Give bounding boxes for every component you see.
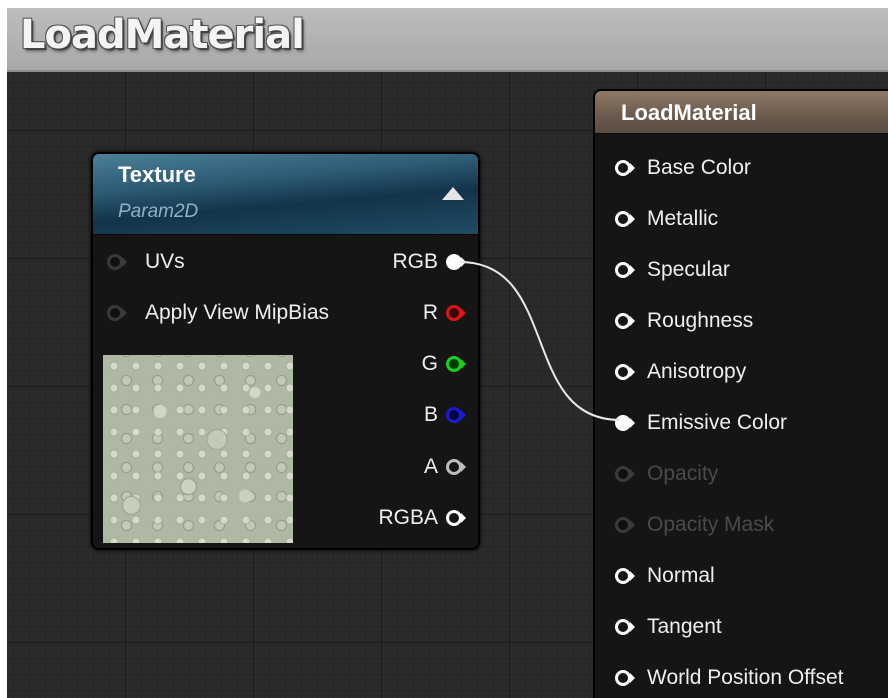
- output-pin-rgb[interactable]: RGB: [392, 246, 466, 278]
- pin-icon[interactable]: [615, 363, 635, 381]
- pin-label: Base Color: [647, 156, 751, 179]
- input-anisotropy[interactable]: Anisotropy: [615, 357, 746, 387]
- material-result-node[interactable]: LoadMaterial Base Color Metallic Specula…: [593, 89, 888, 698]
- pin-label: RGB: [392, 250, 438, 273]
- pin-label: Normal: [647, 564, 715, 587]
- pin-label: A: [423, 455, 438, 478]
- texture-preview-thumbnail: [103, 355, 293, 543]
- output-pin-b[interactable]: B: [423, 399, 466, 431]
- collapse-arrow-icon[interactable]: [442, 187, 464, 200]
- pin-icon[interactable]: [446, 355, 466, 373]
- pin-icon[interactable]: [446, 458, 466, 476]
- pin-label: World Position Offset: [647, 666, 844, 689]
- pin-icon[interactable]: [446, 406, 466, 424]
- output-pin-rgba[interactable]: RGBA: [378, 502, 466, 534]
- pin-label: RGBA: [378, 506, 438, 529]
- pin-icon[interactable]: [107, 253, 127, 271]
- graph-title-bar: LoadMaterial: [7, 8, 888, 72]
- pin-icon[interactable]: [615, 210, 635, 228]
- input-specular[interactable]: Specular: [615, 255, 730, 285]
- input-roughness[interactable]: Roughness: [615, 306, 753, 336]
- input-normal[interactable]: Normal: [615, 561, 715, 591]
- pin-icon[interactable]: [615, 465, 635, 483]
- pin-icon[interactable]: [446, 509, 466, 527]
- pin-label: UVs: [145, 250, 185, 273]
- pin-label: Apply View MipBias: [145, 301, 330, 324]
- output-pin-g[interactable]: G: [421, 348, 466, 380]
- graph-title: LoadMaterial: [20, 12, 305, 58]
- pin-label: Emissive Color: [647, 411, 788, 434]
- material-node-header[interactable]: LoadMaterial: [595, 91, 888, 134]
- input-opacity-mask[interactable]: Opacity Mask: [615, 510, 774, 540]
- material-node-title: LoadMaterial: [621, 100, 757, 125]
- output-pin-a[interactable]: A: [423, 451, 466, 483]
- input-world-position-offset[interactable]: World Position Offset: [615, 663, 843, 693]
- input-opacity[interactable]: Opacity: [615, 459, 718, 489]
- pin-icon[interactable]: [446, 304, 466, 322]
- input-metallic[interactable]: Metallic: [615, 204, 718, 234]
- pin-label: Opacity: [647, 462, 719, 485]
- pin-icon[interactable]: [615, 414, 635, 432]
- pin-label: B: [423, 403, 438, 426]
- input-pin-uvs[interactable]: UVs: [107, 246, 185, 278]
- pin-icon[interactable]: [107, 304, 127, 322]
- graph-canvas[interactable]: LoadMaterial Texture Param2D UVs Apply V…: [7, 8, 888, 698]
- texture-node-header[interactable]: Texture Param2D: [93, 154, 478, 235]
- pin-label: Tangent: [647, 615, 722, 638]
- pin-label: Anisotropy: [647, 360, 747, 383]
- pin-label: Opacity Mask: [647, 513, 775, 536]
- input-pin-apply-view-mipbias[interactable]: Apply View MipBias: [107, 297, 329, 329]
- output-pin-r[interactable]: R: [422, 297, 466, 329]
- pin-icon[interactable]: [446, 253, 466, 271]
- pin-label: Specular: [647, 258, 730, 281]
- pin-label: Metallic: [647, 207, 719, 230]
- texture-node-subtitle: Param2D: [118, 201, 199, 222]
- input-base-color[interactable]: Base Color: [615, 153, 751, 183]
- pin-icon[interactable]: [615, 567, 635, 585]
- input-emissive-color[interactable]: Emissive Color: [615, 408, 787, 438]
- input-tangent[interactable]: Tangent: [615, 612, 722, 642]
- pin-label: Roughness: [647, 309, 754, 332]
- pin-icon[interactable]: [615, 516, 635, 534]
- pin-icon[interactable]: [615, 669, 635, 687]
- pin-icon[interactable]: [615, 261, 635, 279]
- texture-node[interactable]: Texture Param2D UVs Apply View MipBias R…: [91, 152, 480, 550]
- texture-node-title: Texture: [118, 162, 196, 187]
- pin-icon[interactable]: [615, 618, 635, 636]
- pin-icon[interactable]: [615, 312, 635, 330]
- pin-label: R: [422, 301, 438, 324]
- pin-icon[interactable]: [615, 159, 635, 177]
- pin-label: G: [421, 352, 438, 375]
